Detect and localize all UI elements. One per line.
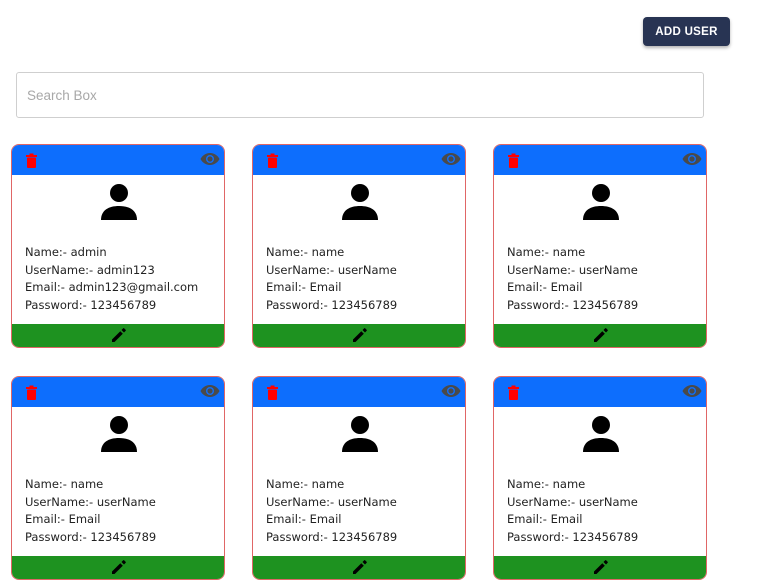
trash-icon[interactable] [508,385,522,401]
trash-icon[interactable] [26,385,40,401]
user-list-page: ADD USER Name:- admin UserName:- admin12… [0,0,758,585]
eye-icon[interactable] [200,383,220,399]
card-header [12,145,224,175]
user-password: Password:- 123456789 [266,529,398,544]
eye-icon[interactable] [682,151,702,167]
user-email: Email:- Email [25,512,101,527]
card-header [494,145,706,175]
card-footer [253,556,465,579]
user-info: Name:- name UserName:- userName Email:- … [507,244,638,314]
user-username: UserName:- userName [25,494,156,509]
user-password: Password:- 123456789 [507,529,639,544]
pencil-icon[interactable] [593,559,609,575]
trash-icon[interactable] [508,153,522,169]
user-card: Name:- name UserName:- userName Email:- … [493,376,707,580]
pencil-icon[interactable] [111,327,127,343]
user-name: Name:- name [507,477,586,491]
user-info: Name:- admin UserName:- admin123 Email:-… [25,244,198,314]
trash-icon[interactable] [267,385,281,401]
eye-icon[interactable] [682,383,702,399]
pencil-icon[interactable] [111,559,127,575]
pencil-icon[interactable] [352,559,368,575]
person-icon [583,184,619,220]
user-info: Name:- name UserName:- userName Email:- … [25,476,156,546]
pencil-icon[interactable] [593,327,609,343]
user-username: UserName:- admin123 [25,262,155,277]
card-footer [12,324,224,347]
user-username: UserName:- userName [266,494,397,509]
user-card: Name:- name UserName:- userName Email:- … [11,376,225,580]
user-password: Password:- 123456789 [25,529,157,544]
person-icon [101,416,137,452]
card-header [12,377,224,407]
person-icon [342,416,378,452]
card-header [494,377,706,407]
user-name: Name:- name [507,245,586,259]
add-user-button[interactable]: ADD USER [643,17,730,46]
eye-icon[interactable] [200,151,220,167]
user-username: UserName:- userName [507,494,638,509]
user-info: Name:- name UserName:- userName Email:- … [266,476,397,546]
user-email: Email:- Email [266,280,342,295]
card-footer [494,324,706,347]
user-password: Password:- 123456789 [266,297,398,312]
user-card: Name:- name UserName:- userName Email:- … [252,144,466,348]
user-email: Email:- Email [507,512,583,527]
user-email: Email:- admin123@gmail.com [25,280,199,295]
user-card: Name:- name UserName:- userName Email:- … [493,144,707,348]
trash-icon[interactable] [267,153,281,169]
user-username: UserName:- userName [507,262,638,277]
card-footer [494,556,706,579]
trash-icon[interactable] [26,153,40,169]
user-name: Name:- name [266,245,345,259]
card-footer [12,556,224,579]
card-footer [253,324,465,347]
user-name: Name:- name [266,477,345,491]
person-icon [583,416,619,452]
person-icon [101,184,137,220]
pencil-icon[interactable] [352,327,368,343]
card-header [253,377,465,407]
user-card: Name:- name UserName:- userName Email:- … [252,376,466,580]
user-info: Name:- name UserName:- userName Email:- … [507,476,638,546]
user-card: Name:- admin UserName:- admin123 Email:-… [11,144,225,348]
eye-icon[interactable] [441,151,461,167]
card-header [253,145,465,175]
person-icon [342,184,378,220]
user-name: Name:- name [25,477,104,491]
user-email: Email:- Email [507,280,583,295]
user-password: Password:- 123456789 [25,297,157,312]
eye-icon[interactable] [441,383,461,399]
user-password: Password:- 123456789 [507,297,639,312]
user-username: UserName:- userName [266,262,397,277]
search-input[interactable] [16,72,704,118]
user-name: Name:- admin [25,245,107,259]
user-email: Email:- Email [266,512,342,527]
user-info: Name:- name UserName:- userName Email:- … [266,244,397,314]
